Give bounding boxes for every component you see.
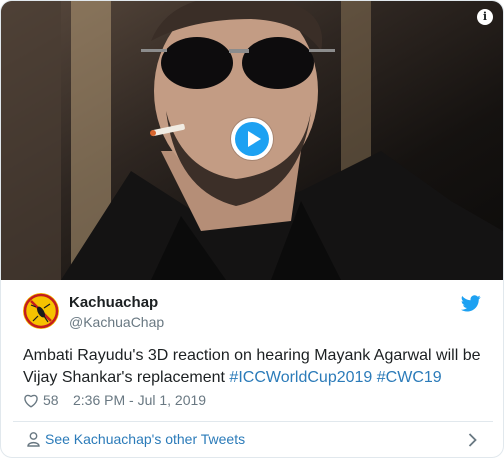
tweet-author[interactable]: Kachuachap @KachuaChap <box>23 293 483 333</box>
author-username[interactable]: @KachuaChap <box>69 314 164 330</box>
hashtag-link[interactable]: #CWC19 <box>377 369 442 386</box>
play-button[interactable] <box>231 118 273 160</box>
person-icon <box>27 432 40 447</box>
hashtag-link[interactable]: #ICCWorldCup2019 <box>229 369 372 386</box>
twitter-bird-icon[interactable] <box>461 295 481 312</box>
chevron-right-icon[interactable] <box>468 433 477 447</box>
play-button-circle <box>235 122 269 156</box>
see-other-tweets-link[interactable]: See Kachuachap's other Tweets <box>1 422 503 457</box>
mosquito-logo-icon <box>23 293 59 329</box>
tweet-text: Ambati Rayudu's 3D reaction on hearing M… <box>23 345 493 389</box>
video-thumbnail[interactable]: i <box>1 1 503 280</box>
author-display-name[interactable]: Kachuachap <box>69 294 158 311</box>
tweet-embed-card: i Kachuachap @KachuaChap Ambati Rayudu's <box>0 0 504 458</box>
heart-icon[interactable] <box>23 393 39 408</box>
like-count[interactable]: 58 <box>43 392 59 408</box>
play-icon <box>248 131 261 147</box>
info-icon[interactable]: i <box>477 9 493 25</box>
see-other-tweets-label[interactable]: See Kachuachap's other Tweets <box>45 431 245 447</box>
tweet-timestamp[interactable]: 2:36 PM - Jul 1, 2019 <box>73 392 206 408</box>
avatar[interactable] <box>23 293 59 329</box>
